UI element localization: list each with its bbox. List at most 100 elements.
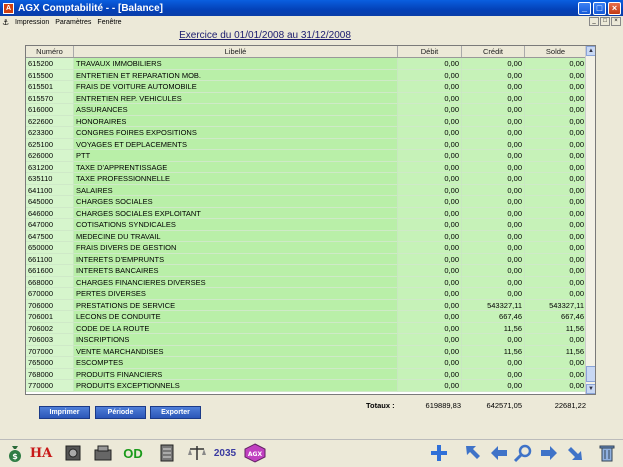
document-menu-icon[interactable]: ⚓: [2, 18, 11, 27]
header-credit[interactable]: Crédit: [462, 46, 525, 57]
cell-debit: 0,00: [398, 334, 462, 346]
cell-credit: 0,00: [462, 265, 525, 277]
agx-logo-icon[interactable]: AGX: [244, 443, 266, 463]
table-row[interactable]: 615200 TRAVAUX IMMOBILIERS 0,00 0,00 0,00: [26, 58, 587, 70]
delete-icon[interactable]: [596, 443, 618, 463]
close-button[interactable]: ×: [608, 1, 621, 15]
window-title-bar[interactable]: A AGX Comptabilité - - [Balance] _ □ ×: [0, 0, 623, 16]
table-row[interactable]: 626000 PTT 0,00 0,00 0,00: [26, 150, 587, 162]
previous-record-icon[interactable]: [488, 443, 510, 463]
last-record-icon[interactable]: [564, 443, 586, 463]
table-row[interactable]: 645000 CHARGES SOCIALES 0,00 0,00 0,00: [26, 196, 587, 208]
header-numero[interactable]: Numéro: [26, 46, 74, 57]
total-solde: 22681,22: [554, 401, 586, 410]
money-bag-icon[interactable]: $: [4, 443, 26, 463]
child-close-button[interactable]: ×: [611, 17, 621, 26]
table-row[interactable]: 706003 INSCRIPTIONS 0,00 0,00 0,00: [26, 334, 587, 346]
od-journal-icon[interactable]: OD: [122, 443, 144, 463]
child-minimize-button[interactable]: _: [589, 17, 599, 26]
vertical-scrollbar[interactable]: ▲ ▼: [585, 46, 595, 394]
scroll-down-icon[interactable]: ▼: [586, 384, 595, 394]
maximize-button[interactable]: □: [593, 1, 606, 15]
table-row[interactable]: 706002 CODE DE LA ROUTE 0,00 11,56 11,56: [26, 322, 587, 334]
cell-numero: 661600: [26, 265, 74, 277]
cell-numero: 616000: [26, 104, 74, 116]
menu-impression[interactable]: Impression: [15, 19, 49, 26]
scales-icon[interactable]: [186, 443, 208, 463]
add-icon[interactable]: [428, 443, 450, 463]
cell-credit: 0,00: [462, 368, 525, 380]
safe-icon[interactable]: [62, 443, 84, 463]
table-row[interactable]: 661100 INTERETS D'EMPRUNTS 0,00 0,00 0,00: [26, 253, 587, 265]
table-row[interactable]: 631200 TAXE D'APPRENTISSAGE 0,00 0,00 0,00: [26, 161, 587, 173]
table-row[interactable]: 641100 SALAIRES 0,00 0,00 0,00: [26, 184, 587, 196]
cell-numero: 647000: [26, 219, 74, 231]
cell-credit: 543327,11: [462, 299, 525, 311]
cell-credit: 0,00: [462, 230, 525, 242]
table-row[interactable]: 635110 TAXE PROFESSIONNELLE 0,00 0,00 0,00: [26, 173, 587, 185]
cell-libelle: PTT: [74, 150, 398, 162]
scroll-thumb[interactable]: [586, 366, 595, 382]
cell-solde: 0,00: [525, 184, 587, 196]
header-debit[interactable]: Débit: [398, 46, 462, 57]
table-row[interactable]: 647000 COTISATIONS SYNDICALES 0,00 0,00 0,00: [26, 219, 587, 231]
print-button[interactable]: Imprimer: [39, 406, 90, 419]
table-row[interactable]: 616000 ASSURANCES 0,00 0,00 0,00: [26, 104, 587, 116]
cell-solde: 0,00: [525, 104, 587, 116]
table-row[interactable]: 615501 FRAIS DE VOITURE AUTOMOBILE 0,00 0,0…: [26, 81, 587, 93]
table-row[interactable]: 706000 PRESTATIONS DE SERVICE 0,00 543327,1…: [26, 299, 587, 311]
table-row[interactable]: 615500 ENTRETIEN ET REPARATION MOB. 0,00 0,…: [26, 69, 587, 81]
table-row[interactable]: 622600 HONORAIRES 0,00 0,00 0,00: [26, 115, 587, 127]
next-record-icon[interactable]: [538, 443, 560, 463]
cell-solde: 0,00: [525, 69, 587, 81]
cell-solde: 0,00: [525, 196, 587, 208]
cell-credit: 667,46: [462, 311, 525, 323]
menu-parametres[interactable]: Paramètres: [55, 19, 91, 26]
table-row[interactable]: 650000 FRAIS DIVERS DE GESTION 0,00 0,00 0,0…: [26, 242, 587, 254]
cell-debit: 0,00: [398, 219, 462, 231]
table-row[interactable]: 615570 ENTRETIEN REP. VEHICULES 0,00 0,00 0,…: [26, 92, 587, 104]
cell-libelle: LECONS DE CONDUITE: [74, 311, 398, 323]
table-row[interactable]: 770000 PRODUITS EXCEPTIONNELS 0,00 0,00 0,00: [26, 380, 587, 392]
table-row[interactable]: 765000 ESCOMPTES 0,00 0,00 0,00: [26, 357, 587, 369]
cell-numero: 706003: [26, 334, 74, 346]
table-row[interactable]: 668000 CHARGES FINANCIERES DIVERSES 0,00 0,…: [26, 276, 587, 288]
cell-debit: 0,00: [398, 380, 462, 392]
table-row[interactable]: 625100 VOYAGES ET DEPLACEMENTS 0,00 0,00 0,0…: [26, 138, 587, 150]
ledger-icon[interactable]: [156, 443, 178, 463]
first-record-icon[interactable]: [462, 443, 484, 463]
table-row[interactable]: 646000 CHARGES SOCIALES EXPLOITANT 0,00 0,0…: [26, 207, 587, 219]
cell-libelle: VOYAGES ET DEPLACEMENTS: [74, 138, 398, 150]
cash-register-icon[interactable]: [92, 443, 114, 463]
cell-numero: 625100: [26, 138, 74, 150]
cell-solde: 0,00: [525, 127, 587, 139]
minimize-button[interactable]: _: [578, 1, 591, 15]
export-button[interactable]: Exporter: [150, 406, 201, 419]
table-row[interactable]: 647500 MEDECINE DU TRAVAIL 0,00 0,00 0,00: [26, 230, 587, 242]
menu-fenetre[interactable]: Fenêtre: [97, 19, 121, 26]
header-solde[interactable]: Solde: [525, 46, 587, 57]
child-restore-button[interactable]: □: [600, 17, 610, 26]
cell-debit: 0,00: [398, 230, 462, 242]
scroll-up-icon[interactable]: ▲: [586, 46, 595, 56]
ha-journal-icon[interactable]: HA: [30, 443, 52, 463]
cell-debit: 0,00: [398, 288, 462, 300]
cell-debit: 0,00: [398, 115, 462, 127]
table-row[interactable]: 670000 PERTES DIVERSES 0,00 0,00 0,00: [26, 288, 587, 300]
year-icon[interactable]: 2035: [214, 443, 236, 463]
cell-credit: 0,00: [462, 81, 525, 93]
table-row[interactable]: 623300 CONGRES FOIRES EXPOSITIONS 0,00 0,00…: [26, 127, 587, 139]
period-button[interactable]: Période: [95, 406, 146, 419]
header-libelle[interactable]: Libellé: [74, 46, 398, 57]
table-row[interactable]: 706001 LECONS DE CONDUITE 0,00 667,46 667,46: [26, 311, 587, 323]
cell-numero: 670000: [26, 288, 74, 300]
cell-debit: 0,00: [398, 161, 462, 173]
table-row[interactable]: 768000 PRODUITS FINANCIERS 0,00 0,00 0,00: [26, 368, 587, 380]
cell-debit: 0,00: [398, 368, 462, 380]
search-icon[interactable]: [512, 443, 534, 463]
total-debit: 619889,83: [425, 401, 461, 410]
table-row[interactable]: 707000 VENTE MARCHANDISES 0,00 11,56 11,56: [26, 345, 587, 357]
cell-credit: 0,00: [462, 288, 525, 300]
table-row[interactable]: 661600 INTERETS BANCAIRES 0,00 0,00 0,00: [26, 265, 587, 277]
page-title: Exercice du 01/01/2008 au 31/12/2008: [179, 30, 351, 41]
